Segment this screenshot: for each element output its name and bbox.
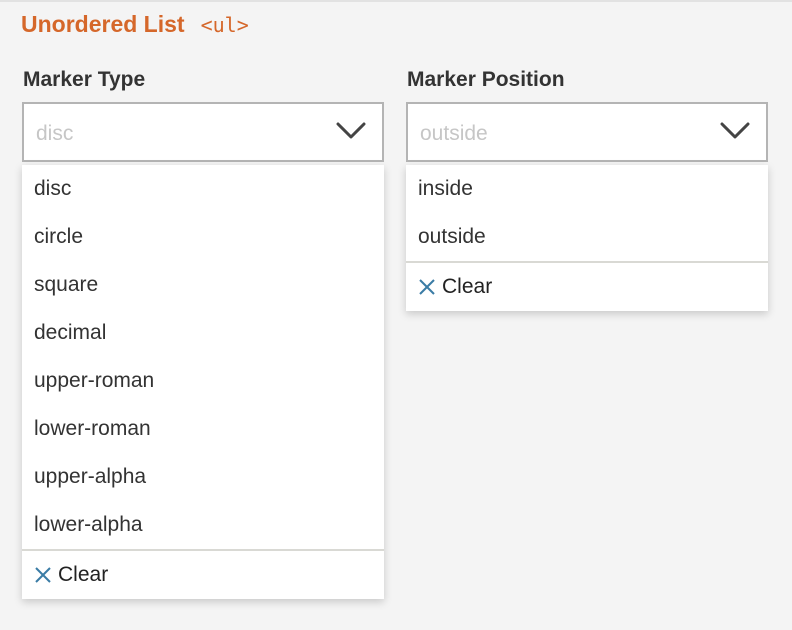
- marker-position-menu: inside outside Clear: [406, 165, 768, 311]
- marker-type-option-upper-alpha[interactable]: upper-alpha: [22, 453, 384, 501]
- marker-type-option-decimal[interactable]: decimal: [22, 309, 384, 357]
- close-icon: [35, 567, 51, 583]
- close-icon: [419, 279, 435, 295]
- clear-label: Clear: [442, 275, 493, 298]
- clear-label: Clear: [58, 563, 109, 586]
- marker-type-option-lower-alpha[interactable]: lower-alpha: [22, 501, 384, 549]
- marker-type-option-circle[interactable]: circle: [22, 213, 384, 261]
- section-header: Unordered List <ul>: [21, 11, 249, 38]
- marker-type-menu: disc circle square decimal upper-roman l…: [22, 165, 384, 599]
- marker-type-clear-button[interactable]: Clear: [22, 551, 384, 599]
- marker-position-option-outside[interactable]: outside: [406, 213, 768, 261]
- marker-type-placeholder: disc: [36, 122, 74, 145]
- section-tag: <ul>: [200, 13, 249, 37]
- chevron-down-icon[interactable]: [336, 120, 366, 142]
- marker-position-select[interactable]: outside: [406, 102, 768, 162]
- chevron-down-icon[interactable]: [720, 120, 750, 142]
- marker-position-clear-button[interactable]: Clear: [406, 263, 768, 311]
- marker-type-option-disc[interactable]: disc: [22, 165, 384, 213]
- marker-position-placeholder: outside: [420, 122, 488, 145]
- marker-type-option-lower-roman[interactable]: lower-roman: [22, 405, 384, 453]
- marker-position-label: Marker Position: [407, 68, 565, 91]
- marker-type-select[interactable]: disc: [22, 102, 384, 162]
- marker-type-label: Marker Type: [23, 68, 146, 91]
- section-title: Unordered List: [21, 11, 185, 37]
- top-divider: [0, 0, 792, 2]
- marker-position-option-inside[interactable]: inside: [406, 165, 768, 213]
- marker-type-option-upper-roman[interactable]: upper-roman: [22, 357, 384, 405]
- marker-type-option-square[interactable]: square: [22, 261, 384, 309]
